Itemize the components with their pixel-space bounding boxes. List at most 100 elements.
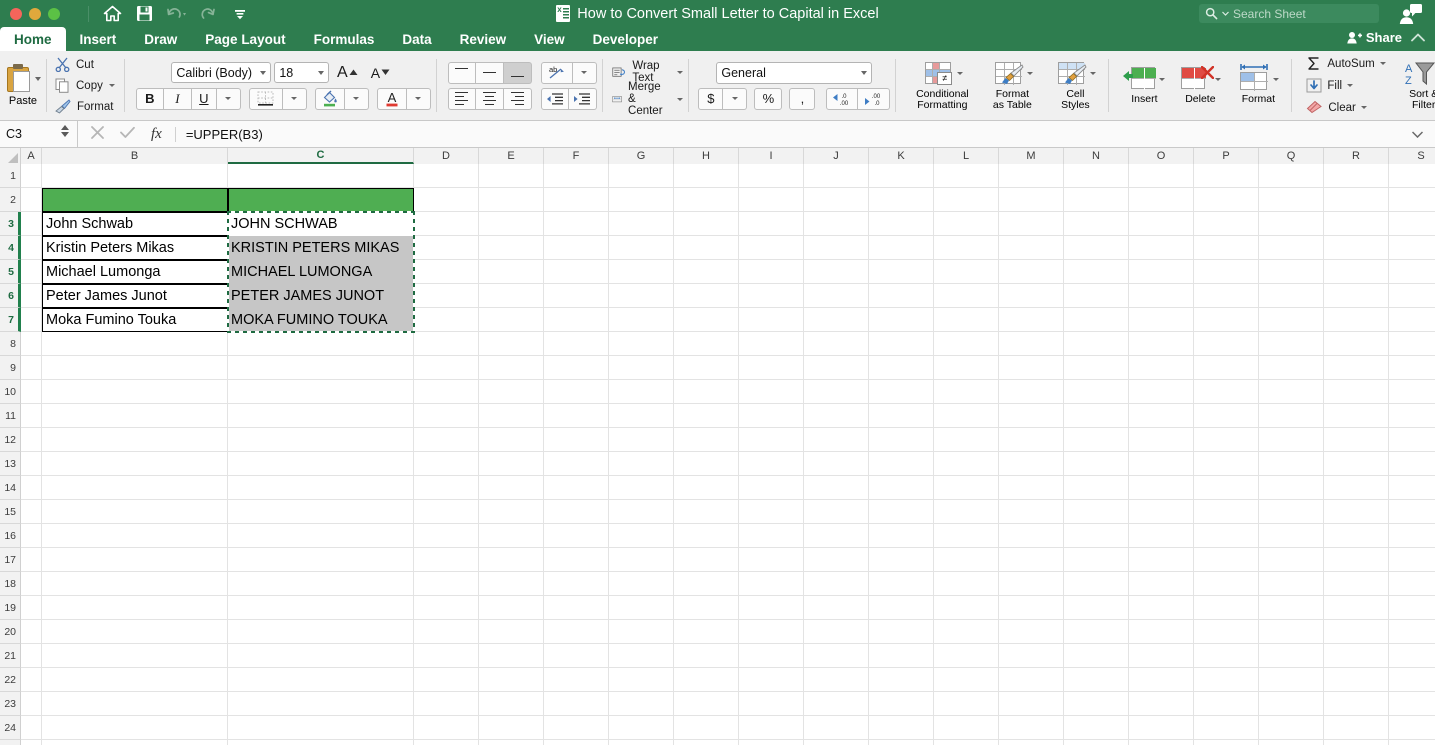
grid-cell-B18[interactable] [42,572,228,596]
grid-cell-F8[interactable] [544,332,609,356]
grid-cell-D21[interactable] [414,644,479,668]
grid-cell-H25[interactable] [674,740,739,745]
grid-cell-B14[interactable] [42,476,228,500]
grid-cell-R9[interactable] [1324,356,1389,380]
grid-cell-O16[interactable] [1129,524,1194,548]
grid-cell-G24[interactable] [609,716,674,740]
grid-cell-L19[interactable] [934,596,999,620]
grid-cell-B20[interactable] [42,620,228,644]
grid-cell-I3[interactable] [739,212,804,236]
grid-cell-S9[interactable] [1389,356,1435,380]
grid-cell-L7[interactable] [934,308,999,332]
grid-cell-J12[interactable] [804,428,869,452]
align-right-button[interactable] [503,87,532,110]
grid-cell-D9[interactable] [414,356,479,380]
column-header-j[interactable]: J [804,148,869,164]
grid-cell-K15[interactable] [869,500,934,524]
row-header-3[interactable]: 3 [0,212,21,236]
zoom-window-button[interactable] [48,7,60,20]
grid-cell-A23[interactable] [21,692,42,716]
grid-cell-I14[interactable] [739,476,804,500]
grid-cell-K12[interactable] [869,428,934,452]
grid-cell-S10[interactable] [1389,380,1435,404]
grid-cell-N23[interactable] [1064,692,1129,716]
grid-cell-I16[interactable] [739,524,804,548]
column-header-a[interactable]: A [21,148,42,164]
grid-cell-G9[interactable] [609,356,674,380]
grid-cell-H21[interactable] [674,644,739,668]
grid-cell-N16[interactable] [1064,524,1129,548]
row-header-10[interactable]: 10 [0,380,21,404]
row-header-1[interactable]: 1 [0,164,21,188]
name-box[interactable]: C3 [0,120,78,148]
grid-cell-D6[interactable] [414,284,479,308]
paste-dropdown-icon[interactable] [35,77,41,81]
grid-cell-A21[interactable] [21,644,42,668]
format-as-table-dropdown-icon[interactable] [1027,72,1034,75]
grid-cell-E11[interactable] [479,404,544,428]
grid-cell-N24[interactable] [1064,716,1129,740]
grid-cell-I22[interactable] [739,668,804,692]
grid-cell-E20[interactable] [479,620,544,644]
row-header-15[interactable]: 15 [0,500,21,524]
grid-cell-A18[interactable] [21,572,42,596]
grid-cell-S24[interactable] [1389,716,1435,740]
grid-cell-J20[interactable] [804,620,869,644]
grid-cell-A11[interactable] [21,404,42,428]
search-input[interactable] [1233,6,1373,21]
grid-cell-F2[interactable] [544,188,609,212]
grid-cell-N1[interactable] [1064,164,1129,188]
tab-insert[interactable]: Insert [66,27,131,51]
grid-cell-F17[interactable] [544,548,609,572]
grid-cell-J14[interactable] [804,476,869,500]
grid-cell-P5[interactable] [1194,260,1259,284]
grid-cell-S13[interactable] [1389,452,1435,476]
grid-cell-D12[interactable] [414,428,479,452]
grid-cell-E25[interactable] [479,740,544,745]
grid-cell-C22[interactable] [228,668,414,692]
grid-cell-D16[interactable] [414,524,479,548]
grid-cell-R14[interactable] [1324,476,1389,500]
grid-cell-S5[interactable] [1389,260,1435,284]
grid-cell-O20[interactable] [1129,620,1194,644]
grid-cell-D10[interactable] [414,380,479,404]
column-header-f[interactable]: F [544,148,609,164]
grid-cell-Q7[interactable] [1259,308,1324,332]
grid-cell-E14[interactable] [479,476,544,500]
grid-cell-R20[interactable] [1324,620,1389,644]
grid-cell-R18[interactable] [1324,572,1389,596]
grid-cell-P10[interactable] [1194,380,1259,404]
grid-cell-I23[interactable] [739,692,804,716]
grid-cell-B15[interactable] [42,500,228,524]
orientation-button[interactable]: ab [540,61,573,84]
grid-cell-M2[interactable] [999,188,1064,212]
grid-cell-B25[interactable] [42,740,228,745]
align-middle-button[interactable] [475,61,504,84]
grid-cell-Q23[interactable] [1259,692,1324,716]
grid-cell-G2[interactable] [609,188,674,212]
clear-button[interactable]: Clear [1306,98,1385,118]
grid-cell-S6[interactable] [1389,284,1435,308]
grid-cell-D17[interactable] [414,548,479,572]
grid-cell-R16[interactable] [1324,524,1389,548]
data-cell-c5[interactable]: MICHAEL LUMONGA [228,260,414,284]
merge-center-dropdown-icon[interactable] [677,97,684,101]
grid-cell-S23[interactable] [1389,692,1435,716]
grid-cell-K20[interactable] [869,620,934,644]
grid-cell-Q4[interactable] [1259,236,1324,260]
grid-cell-H5[interactable] [674,260,739,284]
grid-cell-F12[interactable] [544,428,609,452]
grid-cell-J23[interactable] [804,692,869,716]
grid-cell-K6[interactable] [869,284,934,308]
grid-cell-I8[interactable] [739,332,804,356]
grid-cell-A5[interactable] [21,260,42,284]
column-header-i[interactable]: I [739,148,804,164]
grid-cell-N6[interactable] [1064,284,1129,308]
grid-cell-G6[interactable] [609,284,674,308]
grid-cell-E22[interactable] [479,668,544,692]
column-header-q[interactable]: Q [1259,148,1324,164]
grid-cell-O15[interactable] [1129,500,1194,524]
grid-cell-G14[interactable] [609,476,674,500]
grid-cell-I20[interactable] [739,620,804,644]
grid-cell-K2[interactable] [869,188,934,212]
